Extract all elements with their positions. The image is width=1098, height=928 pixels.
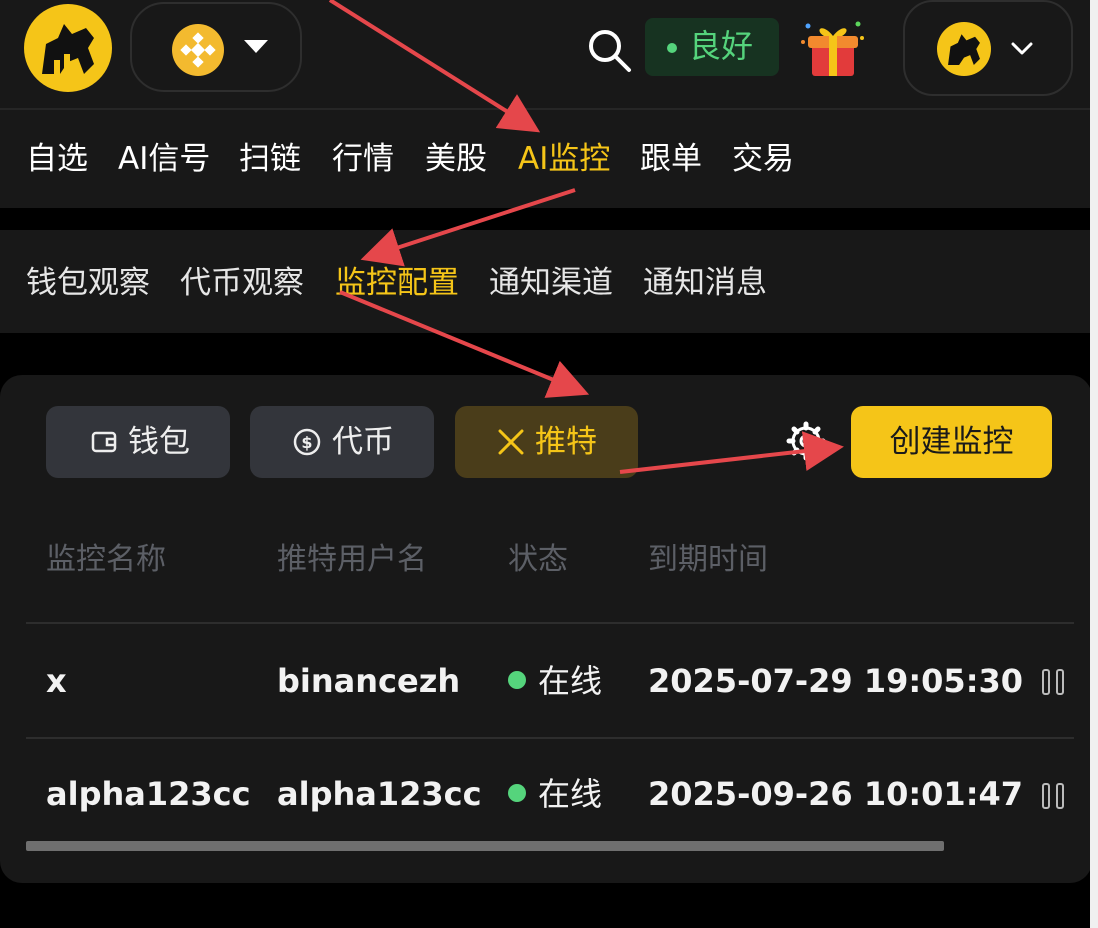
filter-twitter-button[interactable]: 推特 bbox=[455, 406, 638, 478]
column-header-twitter-username: 推特用户名 bbox=[277, 542, 427, 577]
cell-expiry-time: 2025-07-29 19:05:30 bbox=[648, 662, 1024, 700]
sub-nav: 钱包观察 代币观察 监控配置 通知渠道 通知消息 bbox=[0, 230, 1090, 333]
gift-icon[interactable] bbox=[800, 18, 866, 78]
filter-wallet-label: 钱包 bbox=[128, 424, 190, 460]
bnb-chain-icon bbox=[172, 24, 224, 76]
svg-text:$: $ bbox=[301, 433, 312, 452]
column-header-expiry-time: 到期时间 bbox=[648, 542, 768, 577]
filter-token-button[interactable]: $ 代币 bbox=[250, 406, 434, 478]
tab-token-watch[interactable]: 代币观察 bbox=[180, 263, 304, 303]
tab-monitor-config[interactable]: 监控配置 bbox=[335, 263, 459, 303]
nav-item-copy-trade[interactable]: 跟单 bbox=[640, 139, 702, 179]
network-status-label: 良好 bbox=[689, 27, 754, 65]
chevron-down-icon bbox=[1011, 42, 1033, 55]
tab-wallet-watch[interactable]: 钱包观察 bbox=[26, 263, 150, 303]
filter-twitter-label: 推特 bbox=[535, 424, 597, 460]
nav-item-market[interactable]: 行情 bbox=[332, 139, 394, 179]
dog-logo-icon[interactable] bbox=[24, 4, 112, 92]
filter-wallet-button[interactable]: 钱包 bbox=[46, 406, 230, 478]
nav-item-trade[interactable]: 交易 bbox=[732, 139, 794, 179]
column-header-status: 状态 bbox=[508, 542, 568, 577]
chain-selector[interactable] bbox=[130, 2, 302, 92]
status-dot-icon bbox=[667, 43, 677, 53]
main-nav: 自选 AI信号 扫链 行情 美股 AI监控 跟单 交易 bbox=[0, 110, 1090, 208]
cell-status: 在线 bbox=[508, 774, 602, 814]
pause-icon[interactable] bbox=[1042, 783, 1066, 809]
pause-icon[interactable] bbox=[1042, 669, 1066, 695]
top-bar: 良好 bbox=[0, 0, 1090, 110]
avatar bbox=[937, 22, 991, 76]
monitor-panel: 钱包 $ 代币 推特 创建监控 监控名称 推特用户名 状态 到期时间 x bin… bbox=[0, 375, 1092, 883]
create-monitor-label: 创建监控 bbox=[889, 424, 1014, 460]
x-twitter-icon bbox=[498, 429, 524, 455]
account-menu[interactable] bbox=[903, 0, 1073, 96]
row-divider bbox=[26, 737, 1074, 739]
horizontal-scrollbar[interactable] bbox=[26, 841, 944, 851]
cell-status-label: 在线 bbox=[538, 662, 603, 700]
cell-twitter-username: alpha123cc bbox=[277, 775, 482, 813]
network-status-badge: 良好 bbox=[645, 18, 779, 76]
online-dot-icon bbox=[508, 671, 526, 689]
row-divider bbox=[26, 622, 1074, 624]
cell-monitor-name: alpha123cc bbox=[46, 775, 251, 813]
dollar-coin-icon: $ bbox=[293, 428, 321, 456]
create-monitor-button[interactable]: 创建监控 bbox=[851, 406, 1052, 478]
search-icon[interactable] bbox=[585, 26, 633, 74]
chevron-down-icon bbox=[244, 40, 268, 53]
tab-notify-channels[interactable]: 通知渠道 bbox=[489, 263, 613, 303]
nav-item-ai-signal[interactable]: AI信号 bbox=[118, 139, 210, 179]
cell-twitter-username: binancezh bbox=[277, 662, 461, 700]
wallet-icon bbox=[91, 431, 117, 453]
online-dot-icon bbox=[508, 784, 526, 802]
column-header-monitor-name: 监控名称 bbox=[46, 542, 166, 577]
cell-status: 在线 bbox=[508, 661, 602, 701]
tab-notify-messages[interactable]: 通知消息 bbox=[643, 263, 767, 303]
cell-status-label: 在线 bbox=[538, 775, 603, 813]
cell-monitor-name: x bbox=[46, 662, 67, 700]
vertical-scrollbar[interactable] bbox=[1090, 0, 1098, 928]
nav-item-scan-chain[interactable]: 扫链 bbox=[239, 139, 301, 179]
nav-item-favorites[interactable]: 自选 bbox=[26, 139, 88, 179]
nav-item-us-stocks[interactable]: 美股 bbox=[425, 139, 487, 179]
nav-item-ai-monitor[interactable]: AI监控 bbox=[518, 139, 610, 179]
cell-expiry-time: 2025-09-26 10:01:47 bbox=[648, 775, 1024, 813]
filter-token-label: 代币 bbox=[332, 424, 394, 460]
gear-icon[interactable] bbox=[784, 419, 828, 463]
